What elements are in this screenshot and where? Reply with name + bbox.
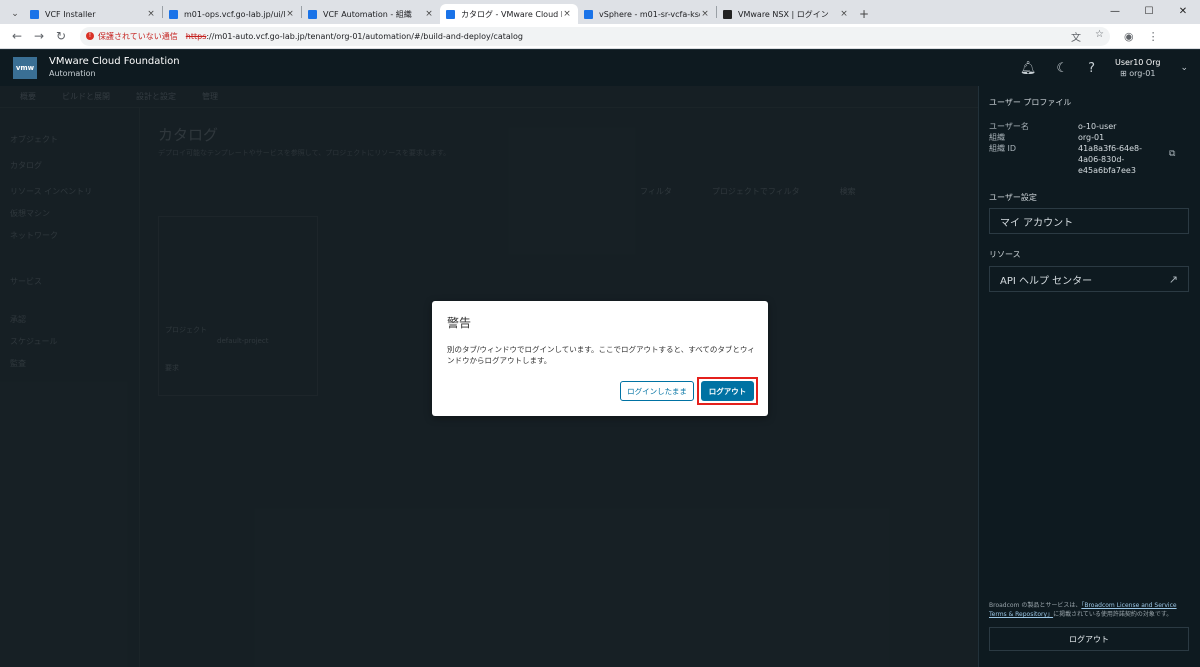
insecure-label: 保護されていない通信 <box>98 31 178 41</box>
browser-tab[interactable]: vSphere - m01-sr-vcfa-ksdw4 -× <box>578 4 716 24</box>
panel-logout-button[interactable]: ログアウト <box>989 627 1189 651</box>
api-help-label: API ヘルプ センター <box>1000 275 1093 287</box>
org-label: 組織 <box>989 133 1005 142</box>
tab-favicon-icon <box>308 9 317 19</box>
copy-icon[interactable]: ⧉ <box>1169 149 1175 159</box>
tab-title: m01-ops.vcf.go-lab.jp/ui/login.a <box>184 9 285 19</box>
dialog-logout-button[interactable]: ログアウト <box>701 381 754 401</box>
tab-close-icon[interactable]: × <box>146 9 156 19</box>
tab-favicon-icon <box>723 9 732 19</box>
user-name: User10 Org <box>1114 58 1161 67</box>
org-id-value: 41a8a3f6-64e8- 4a06-830d- e45a6bfa7ee3 <box>1078 143 1142 176</box>
user-profile-panel: ユーザー プロファイル ユーザー名 o-10-user 組織 org-01 組織… <box>978 86 1200 667</box>
tab-favicon-icon <box>30 9 39 19</box>
browser-tab[interactable]: VCF Installer × <box>24 4 162 24</box>
org-value: org-01 <box>1078 133 1105 142</box>
forward-icon[interactable]: → <box>28 29 50 43</box>
bookmark-star-icon[interactable]: ☆ <box>1095 29 1104 44</box>
maximize-icon[interactable]: ☐ <box>1132 0 1166 24</box>
url-scheme: https <box>185 31 207 41</box>
brand: VMware Cloud Foundation Automation <box>49 56 180 80</box>
new-tab-icon[interactable]: + <box>855 4 873 24</box>
security-indicator[interactable]: ! 保護されていない通信 <box>86 31 178 42</box>
browser-tab[interactable]: VCF Automation - 組織 × <box>302 4 440 24</box>
tab-close-icon[interactable]: × <box>700 9 710 19</box>
user-settings-title: ユーザー設定 <box>989 193 1037 202</box>
tab-title: vSphere - m01-sr-vcfa-ksdw4 - <box>599 9 700 19</box>
tab-close-icon[interactable]: × <box>424 9 434 19</box>
user-menu[interactable]: User10 Org ⊞ org-01 <box>1115 57 1160 79</box>
warning-icon: ! <box>86 32 94 40</box>
browser-tab-bar: ⌄ VCF Installer × m01-ops.vcf.go-lab.jp/u… <box>0 0 1200 24</box>
tab-close-icon[interactable]: × <box>562 9 572 19</box>
brand-name: VMware Cloud Foundation <box>49 56 180 67</box>
tab-title: VCF Installer <box>45 9 96 19</box>
tab-close-icon[interactable]: × <box>839 9 849 19</box>
legal-prefix: Broadcom の製品とサービスは、 <box>989 602 1082 609</box>
tab-title: カタログ - VMware Cloud Founda <box>461 9 562 19</box>
username-label: ユーザー名 <box>989 122 1029 131</box>
dialog-title: 警告 <box>447 316 472 330</box>
tab-favicon-icon <box>446 9 455 19</box>
vmw-logo: vmw <box>13 57 37 79</box>
tab-favicon-icon <box>169 9 178 19</box>
resources-title: リソース <box>989 250 1021 259</box>
back-icon[interactable]: ← <box>6 29 28 43</box>
help-icon[interactable]: ? <box>1088 61 1095 76</box>
moon-icon[interactable]: ☾ <box>1056 61 1068 76</box>
bell-icon[interactable]: 🔔︎ <box>1020 61 1037 76</box>
browser-tab-active[interactable]: カタログ - VMware Cloud Founda× <box>440 4 578 24</box>
dialog-message: 別のタブ/ウィンドウでログインしています。ここでログアウトすると、すべてのタブと… <box>447 345 755 365</box>
profile-section-title: ユーザー プロファイル <box>989 98 1072 107</box>
tab-title: VCF Automation - 組織 <box>323 9 412 19</box>
brand-subtitle: Automation <box>49 69 96 78</box>
tab-favicon-icon <box>584 9 593 19</box>
api-help-center-link[interactable]: API ヘルプ センター ↗ <box>989 266 1189 292</box>
legal-notice: Broadcom の製品とサービスは、「Broadcom License and… <box>989 601 1193 619</box>
minimize-icon[interactable]: — <box>1098 0 1132 24</box>
browser-tab[interactable]: m01-ops.vcf.go-lab.jp/ui/login.a× <box>163 4 301 24</box>
browser-menu-icon[interactable]: ⋮ <box>1148 30 1159 43</box>
username-value: o-10-user <box>1078 122 1117 131</box>
user-org: org-01 <box>1129 69 1156 78</box>
org-id-line: 41a8a3f6-64e8- <box>1078 144 1143 153</box>
org-icon: ⊞ <box>1119 69 1130 78</box>
external-link-icon: ↗ <box>1168 272 1178 286</box>
address-bar[interactable]: ! 保護されていない通信 https://m01-auto.vcf.go-lab.… <box>80 26 1110 46</box>
stay-logged-in-button[interactable]: ログインしたまま <box>620 381 694 401</box>
my-account-link[interactable]: マイ アカウント <box>989 208 1189 234</box>
close-window-icon[interactable]: ✕ <box>1166 0 1200 24</box>
url-text: ://m01-auto.vcf.go-lab.jp/tenant/org-01/… <box>206 31 523 41</box>
tab-close-icon[interactable]: × <box>285 9 295 19</box>
browser-tab[interactable]: VMware NSX | ログイン × <box>717 4 855 24</box>
reload-icon[interactable]: ↻ <box>50 29 72 43</box>
org-id-line: e45a6bfa7ee3 <box>1078 166 1136 175</box>
logout-button-highlight: ログアウト <box>697 377 758 405</box>
translate-icon[interactable]: 文 <box>1071 29 1081 44</box>
window-controls: — ☐ ✕ <box>1098 0 1200 24</box>
tab-search-icon[interactable]: ⌄ <box>6 4 24 24</box>
org-id-line: 4a06-830d- <box>1078 155 1125 164</box>
chevron-down-icon[interactable]: ⌄ <box>1180 63 1188 73</box>
browser-toolbar: ← → ↻ ! 保護されていない通信 https://m01-auto.vcf.g… <box>0 24 1200 49</box>
org-id-label: 組織 ID <box>989 144 1017 153</box>
tab-title: VMware NSX | ログイン <box>738 9 829 19</box>
profile-icon[interactable]: ◉ <box>1124 30 1134 43</box>
app-header: vmw VMware Cloud Foundation Automation 🔔… <box>0 50 1200 86</box>
legal-suffix: に掲載されている使用許諾契約の対象です。 <box>1053 611 1173 618</box>
